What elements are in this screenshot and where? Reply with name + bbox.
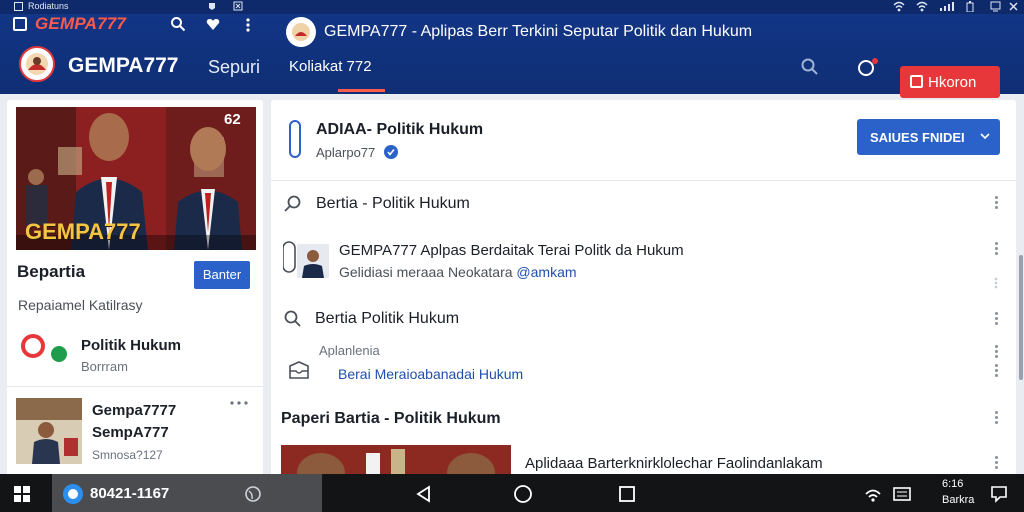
banner-badge: 62 xyxy=(224,111,241,128)
logo-text: GEMPA777 xyxy=(68,54,179,77)
more-options-icon[interactable] xyxy=(229,400,249,406)
list-item[interactable]: Bertia Politik Hukum xyxy=(271,300,1016,340)
inbox-icon xyxy=(288,360,310,380)
left-list-item[interactable]: Politik Hukum Borrram xyxy=(7,324,263,384)
list-item[interactable]: Bertia - Politik Hukum xyxy=(271,184,1016,224)
main-header-button-label: SAIUES FNIDEI xyxy=(870,130,965,145)
battery-icon xyxy=(966,1,974,12)
divider xyxy=(7,386,263,387)
left-item-subtitle: SempA777 xyxy=(92,424,169,441)
more-menu-icon[interactable] xyxy=(991,194,1001,212)
status-brand: GEMPA777 xyxy=(35,14,127,33)
logo-emblem-icon xyxy=(19,46,55,82)
verified-icon xyxy=(384,145,398,159)
site-favicon-icon xyxy=(286,17,316,47)
more-menu-icon[interactable] xyxy=(991,343,1001,361)
list-item-label: Aplanlenia xyxy=(319,343,380,358)
app-red-icon xyxy=(21,334,45,358)
status-bar: Rodiatuns xyxy=(0,0,1024,14)
main-header-button[interactable]: SAIUES FNIDEI xyxy=(857,119,1000,155)
featured-thumbnail[interactable] xyxy=(281,445,511,476)
app-green-icon xyxy=(49,344,69,364)
more-menu-faded-icon xyxy=(993,276,999,290)
list-item-link[interactable]: @amkam xyxy=(516,264,576,280)
featured-caption[interactable]: Aplidaaa Barterknirklolechar Faolindanla… xyxy=(525,455,823,472)
section-label[interactable]: Sepuri xyxy=(208,57,260,78)
app-header: GEMPA777 GEMPA777 Sepuri GEMPA777 - Apli… xyxy=(0,14,1024,98)
left-section-title: Bepartia xyxy=(17,262,86,281)
header-search-icon[interactable] xyxy=(800,57,820,77)
taskbar: 80421-1167 6:16 Barkra xyxy=(0,474,1024,512)
more-menu-icon[interactable] xyxy=(991,362,1001,380)
left-item-title: Gempa7777 xyxy=(92,402,177,419)
chevron-down-icon xyxy=(980,132,990,140)
recents-nav-icon[interactable] xyxy=(618,485,636,503)
list-item-subtitle-text: Gelidiasi meraaa Neokatara xyxy=(339,264,513,280)
banner-brand: GEMPA777 xyxy=(25,219,141,244)
left-subtitle: Repaiamel Katilrasy xyxy=(18,297,143,313)
left-item-meta: Smnosa?127 xyxy=(92,448,163,462)
app-logo-icon xyxy=(13,17,27,31)
main-header-subtitle: Aplarpo77 xyxy=(316,145,376,160)
search-icon xyxy=(283,309,303,329)
cast-icon xyxy=(990,1,1001,12)
notification-icon xyxy=(207,1,217,11)
action-center-icon[interactable] xyxy=(990,485,1008,503)
more-menu-icon[interactable] xyxy=(991,310,1001,328)
list-item[interactable]: GEMPA777 Aplpas Berdaitak Terai Politk d… xyxy=(271,232,1016,290)
tab-indicator xyxy=(338,89,385,92)
left-item-title: Politik Hukum xyxy=(81,337,182,354)
featured-banner[interactable]: 62 GEMPA777 xyxy=(16,107,256,250)
taskbar-app-button[interactable]: 80421-1167 xyxy=(52,474,322,512)
list-item-subtitle: Gelidiasi meraaa Neokatara @amkam xyxy=(339,264,577,280)
left-item-subtitle: Borrram xyxy=(81,359,128,374)
search-icon xyxy=(283,194,303,214)
keyboard-icon[interactable] xyxy=(893,486,911,502)
signal-icon xyxy=(940,2,954,11)
app-icon xyxy=(14,2,23,11)
left-list-item[interactable]: Gempa7777 SempA777 Smnosa?127 xyxy=(7,392,263,476)
search-icon[interactable] xyxy=(170,16,186,32)
tab-active[interactable]: Koliakat 772 xyxy=(289,58,372,75)
more-menu-icon[interactable] xyxy=(245,17,251,33)
list-item-title: Bertia - Politik Hukum xyxy=(316,195,470,212)
list-item[interactable]: Aplanlenia Berai Meraioabanadai Hukum xyxy=(271,338,1016,390)
wifi-signal-icon xyxy=(916,1,928,12)
header-cta-button[interactable]: Hkoron xyxy=(900,66,1000,98)
attachment-icon xyxy=(289,120,301,158)
list-item-title: Bertia Politik Hukum xyxy=(315,310,460,327)
article-avatar xyxy=(283,238,329,282)
scrollbar-thumb[interactable] xyxy=(1019,255,1023,380)
left-section-button[interactable]: Banter xyxy=(194,261,250,289)
main-panel: ADIAA- Politik Hukum Aplarpo77 SAIUES FN… xyxy=(271,100,1016,476)
divider xyxy=(271,180,1016,181)
favorite-icon[interactable] xyxy=(205,16,221,32)
section-title: Paperi Bartia - Politik Hukum xyxy=(281,410,501,427)
wifi-icon xyxy=(893,1,905,12)
header-cta-label: Hkoron xyxy=(928,74,977,91)
article-thumbnail xyxy=(16,398,82,464)
status-app-label: Rodiatuns xyxy=(28,1,69,11)
clock-date[interactable]: Barkra xyxy=(942,494,974,506)
list-item-link[interactable]: Berai Meraioabanadai Hukum xyxy=(338,366,523,382)
globe-icon xyxy=(244,485,262,503)
home-nav-icon[interactable] xyxy=(513,484,533,504)
login-icon xyxy=(910,75,923,88)
network-icon[interactable] xyxy=(864,486,882,502)
page-title: GEMPA777 - Aplipas Berr Terkini Seputar … xyxy=(324,23,753,40)
close-icon[interactable] xyxy=(1008,1,1019,12)
taskbar-app-label: 80421-1167 xyxy=(90,485,170,502)
more-menu-icon[interactable] xyxy=(991,240,1001,258)
more-menu-icon[interactable] xyxy=(991,454,1001,472)
list-item-title: GEMPA777 Aplpas Berdaitak Terai Politk d… xyxy=(339,242,684,259)
alert-icon xyxy=(233,1,243,11)
clock-time[interactable]: 6:16 xyxy=(942,478,963,490)
left-panel: 62 GEMPA777 Bepartia Banter Repaiamel Ka… xyxy=(7,100,263,476)
notifications-icon[interactable] xyxy=(856,57,880,79)
browser-app-icon xyxy=(63,484,83,504)
windows-start-icon[interactable] xyxy=(14,486,30,502)
more-menu-icon[interactable] xyxy=(991,409,1001,427)
back-nav-icon[interactable] xyxy=(415,485,433,503)
main-header-title: ADIAA- Politik Hukum xyxy=(316,121,484,138)
